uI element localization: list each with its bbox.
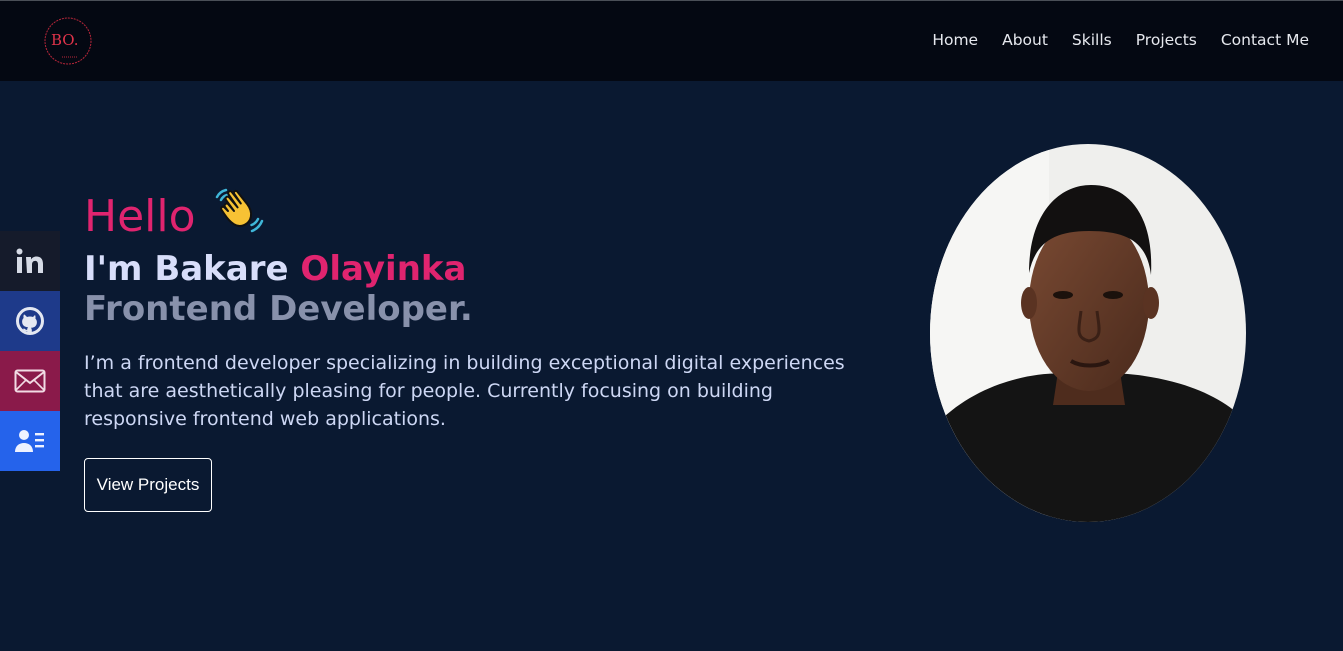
hero-description: I’m a frontend developer specializing in… bbox=[84, 352, 845, 430]
nav-about[interactable]: About bbox=[1002, 31, 1048, 49]
hero-section: Hello I'm Bakare Olayinka Frontend Devel… bbox=[84, 185, 864, 512]
intro-heading: I'm Bakare Olayinka bbox=[84, 249, 864, 289]
resume-link[interactable] bbox=[0, 411, 60, 471]
intro-name: I'm Bakare bbox=[84, 249, 289, 289]
main-nav: Home About Skills Projects Contact Me bbox=[908, 31, 1309, 49]
nav-projects[interactable]: Projects bbox=[1136, 31, 1197, 49]
waving-hand-icon bbox=[214, 185, 266, 249]
email-link[interactable] bbox=[0, 351, 60, 411]
top-navigation-bar: BO. Home About Skills Projects Contact M… bbox=[0, 0, 1343, 81]
nav-skills[interactable]: Skills bbox=[1072, 31, 1112, 49]
greeting-text: Hello bbox=[84, 191, 196, 242]
site-logo[interactable]: BO. bbox=[42, 15, 94, 67]
linkedin-icon bbox=[16, 248, 43, 273]
mail-icon bbox=[14, 369, 46, 393]
contact-card-icon bbox=[15, 430, 44, 452]
github-icon bbox=[16, 307, 44, 335]
nav-home[interactable]: Home bbox=[932, 31, 978, 49]
role-title: Frontend Developer. bbox=[84, 289, 473, 329]
github-link[interactable] bbox=[0, 291, 60, 351]
logo-text: BO. bbox=[51, 31, 79, 49]
social-sidebar bbox=[0, 231, 60, 471]
intro-accent-name: Olayinka bbox=[300, 249, 467, 289]
view-projects-button[interactable]: View Projects bbox=[84, 458, 212, 512]
nav-contact-me[interactable]: Contact Me bbox=[1221, 31, 1309, 49]
greeting-line: Hello bbox=[84, 185, 864, 249]
linkedin-link[interactable] bbox=[0, 231, 60, 291]
profile-photo bbox=[929, 143, 1247, 523]
